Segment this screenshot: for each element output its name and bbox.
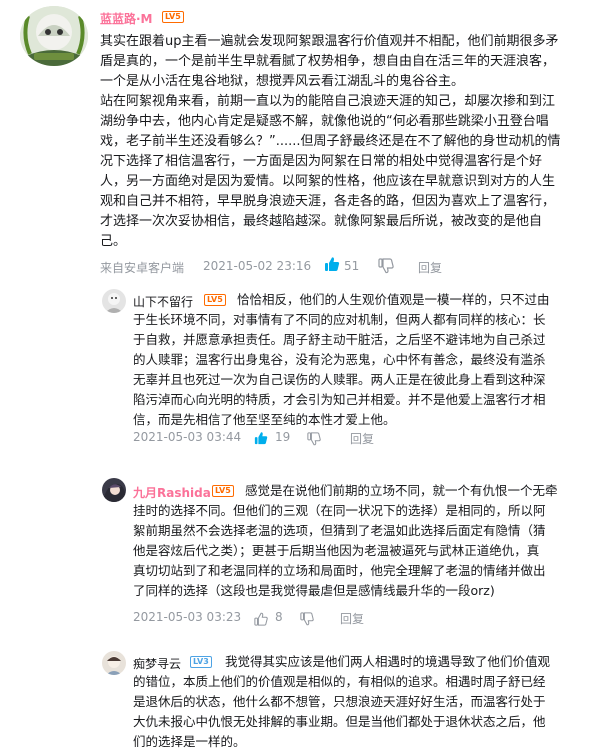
comment-line: 人，另一方面绝对是因为爱情。以阿絮的性格，他应该在早就意识到对方的人生 xyxy=(100,174,556,189)
reply-time: 2021-05-03 03:44 xyxy=(133,430,242,444)
comment-line: 己。 xyxy=(100,234,127,249)
avatar[interactable] xyxy=(102,651,126,675)
comment-time: 2021-05-02 23:16 xyxy=(203,259,312,273)
avatar-image xyxy=(20,6,88,66)
reply-line: 真切切站到了和老温同样的立场和局面时，他完全理解了老温的情绪并做出 xyxy=(133,563,546,578)
avatar[interactable] xyxy=(102,289,126,313)
comment-body: 其实在跟着up主看一遍就会发现阿絮跟温客行价值观并不相配，他们前期很多矛 盾是真… xyxy=(100,32,561,252)
comment-username[interactable]: 蓝蓝路·M xyxy=(100,10,153,27)
like-count: 51 xyxy=(344,259,360,273)
client-source: 来自安卓客户端 xyxy=(100,261,185,275)
reply-body: 感觉是在说他们前期的立场不同，就一个有仇恨一个无牵 挂时的选择不同。但他们的三观… xyxy=(133,481,558,601)
comment-line: 况下选择了相信温客行，一方面是因为阿絮在日常的相处中觉得温客行是个好 xyxy=(100,154,543,169)
comment-line: 站在阿絮视角来看，前期一直以为的能陪自己浪迹天涯的知己，却屡次掺和到江 xyxy=(100,94,556,109)
avatar[interactable] xyxy=(102,478,126,502)
reply-line: 絮前期虽然不会选择老温的选项，但猜到了老温如此选择后面定有隐情（猜 xyxy=(133,523,546,538)
reply-line: 们的选择是一样的。 xyxy=(133,734,246,749)
thumbs-down-icon[interactable] xyxy=(307,431,321,450)
reply-line: 于生长环境不同，对事情有了不同的应对机制，但两人都有同样的核心：长 xyxy=(133,312,546,327)
reply-button[interactable]: 回复 xyxy=(340,610,364,627)
reply-line: 挂时的选择不同。但他们的三观（在同一状况下的选择）是相同的，所以阿 xyxy=(133,503,546,518)
reply-line: 陷污淖而心向光明的特质，才会引为知己并相爱。并不是他爱上温客行才相 xyxy=(133,392,546,407)
level-badge: LV5 xyxy=(162,11,184,23)
reply-body: 恰恰相反，他们的人生观价值观是一模一样的，只不过由 于生长环境不同，对事情有了不… xyxy=(133,290,550,430)
reply-line: 的错位，本质上他们的价值观是相似的，有相似的追求。相遇时周子舒已经 xyxy=(133,674,546,689)
avatar[interactable] xyxy=(20,6,88,66)
reply-line: 我觉得其实应该是他们两人相遇时的境遇导致了他们价值观 xyxy=(225,654,551,669)
reply-button[interactable]: 回复 xyxy=(418,259,442,276)
reply-line: 感觉是在说他们前期的立场不同，就一个有仇恨一个无牵 xyxy=(245,483,558,498)
comment-line: 戏，老子前半生还没看够么？”......但周子舒最终还是在不了解他的身世动机的情 xyxy=(100,134,561,149)
like-count: 8 xyxy=(275,610,283,624)
comment-line: 湖纷争中去，他内心肯定是疑惑不解，就像他说的“何必看那些跳梁小丑登台唱 xyxy=(100,114,549,129)
thumbs-up-icon[interactable] xyxy=(254,430,268,449)
reply-line: 恰恰相反，他们的人生观价值观是一模一样的，只不过由 xyxy=(237,292,550,307)
reply-line: 大仇未报心中仇恨无处排解的事业期。但是当他们都处于退休状态之后，他 xyxy=(133,714,546,729)
thumbs-up-icon[interactable] xyxy=(254,611,268,630)
thumbs-down-icon[interactable] xyxy=(378,258,394,278)
thumbs-down-icon[interactable] xyxy=(300,611,314,630)
reply-time: 2021-05-03 03:23 xyxy=(133,610,242,624)
comment-line: 观和自己并不相符，早早脱身浪迹天涯，各走各的路，但因为喜欢上了温客行， xyxy=(100,194,556,209)
reply-line: 是退休后的状态，他什么都不想管，只想浪迹天涯好好生活，而温客行处于 xyxy=(133,694,546,709)
comment-line: 盾是真的，一个是前半生早就看腻了权势相争，想自由自在活三年的天涯浪客， xyxy=(100,54,556,69)
like-count: 19 xyxy=(275,430,291,444)
reply-line: 他是容炫后代之类）；更甚于后期当他因为老温被逼死与武林正道绝仇，真 xyxy=(133,543,540,558)
reply-body: 我觉得其实应该是他们两人相遇时的境遇导致了他们价值观 的错位，本质上他们的价值观… xyxy=(133,652,550,752)
reply-line: 了同样的选择（这段也是我觉得最虐但是感情线最升华的一段orz) xyxy=(133,583,495,598)
reply-line: 的人赎罪；温客行出身鬼谷，没有沦为恶鬼，心中怀有善念，最终没有滥杀 xyxy=(133,352,546,367)
reply-line: 无辜并且也死过一次为自己误伤的人赎罪。两人正是在彼此身上看到这种深 xyxy=(133,372,546,387)
comment-line: 其实在跟着up主看一遍就会发现阿絮跟温客行价值观并不相配，他们前期很多矛 xyxy=(100,34,559,49)
comment-line: 才选择一次次妥协相信，最终越陷越深。就像阿絮最后所说，被改变的是他自 xyxy=(100,214,543,229)
reply-line: 于自救，并愿意承担责任。周子舒主动干脏活，之后坚不避讳地为自己杀过 xyxy=(133,332,546,347)
thumbs-up-icon[interactable] xyxy=(324,256,340,276)
reply-button[interactable]: 回复 xyxy=(350,430,374,447)
comment-line: 一个是从小活在鬼谷地狱，想搅弄风云看江湖乱斗的鬼谷谷主。 xyxy=(100,74,465,89)
reply-line: 信，而是先相信了他至坚至纯的本性才爱上他。 xyxy=(133,412,396,427)
